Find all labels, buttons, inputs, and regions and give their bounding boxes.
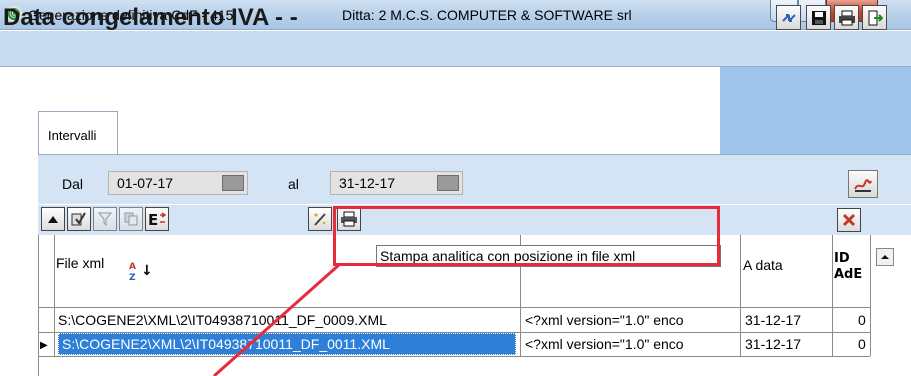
annotation-arrow: [213, 262, 341, 376]
